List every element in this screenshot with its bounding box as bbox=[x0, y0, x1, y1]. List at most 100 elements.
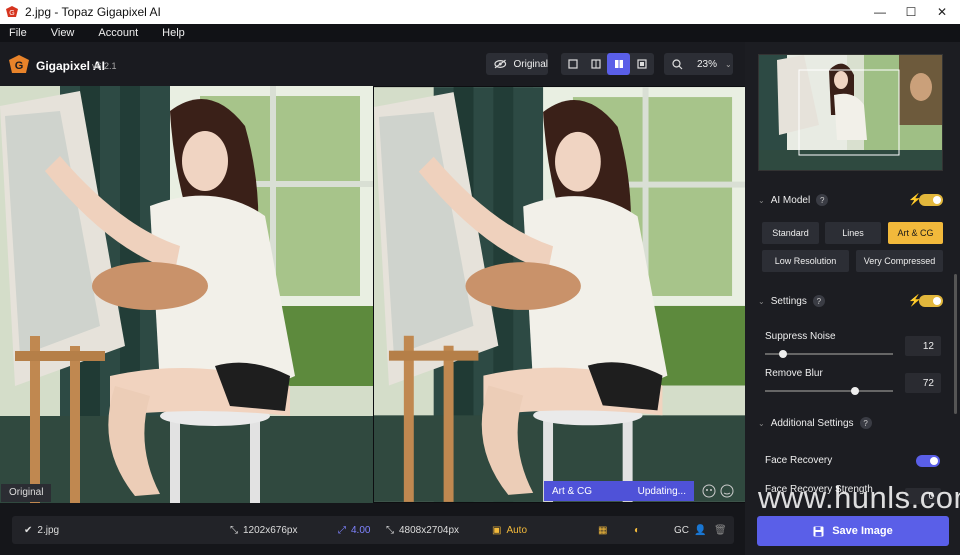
remove-blur-label: Remove Blur bbox=[765, 368, 823, 379]
gigapixel-logo: G bbox=[9, 55, 29, 73]
color-button[interactable]: ◐ bbox=[634, 525, 640, 536]
face-alt-icon[interactable] bbox=[720, 484, 734, 498]
collapse-icon: ⌄ bbox=[758, 296, 765, 306]
model-lines-button[interactable]: Lines bbox=[825, 222, 881, 244]
single-view-icon bbox=[567, 59, 578, 69]
settings-section[interactable]: ⌄ Settings ? bbox=[758, 295, 825, 307]
original-pane[interactable]: Original bbox=[0, 86, 373, 503]
model-standard-button[interactable]: Standard bbox=[762, 222, 819, 244]
zoom-control[interactable]: 23% ⌄ bbox=[664, 53, 733, 75]
side-by-side-view-button[interactable] bbox=[607, 53, 630, 75]
file-name: 2.jpg bbox=[37, 524, 60, 536]
additional-settings-section[interactable]: ⌄ Additional Settings ? bbox=[758, 417, 872, 429]
split-view-icon bbox=[590, 59, 601, 69]
slider-knob[interactable] bbox=[779, 350, 788, 358]
menu-file[interactable]: File bbox=[9, 27, 27, 39]
grid-view-icon bbox=[636, 59, 647, 69]
menu-view[interactable]: View bbox=[51, 27, 75, 39]
output-size-icon: ⤡ bbox=[386, 524, 394, 536]
close-button[interactable]: ✕ bbox=[926, 0, 958, 24]
navigator-image bbox=[759, 55, 942, 170]
gc-button[interactable]: GC 👤 bbox=[674, 525, 706, 536]
remove-blur-value[interactable]: 72 bbox=[905, 373, 941, 393]
gc-label: GC bbox=[674, 524, 689, 536]
menu-help[interactable]: Help bbox=[162, 27, 185, 39]
preview-image bbox=[374, 87, 745, 502]
original-pane-label: Original bbox=[1, 484, 52, 502]
panel-scrollbar[interactable] bbox=[954, 274, 957, 414]
minimize-button[interactable]: — bbox=[864, 0, 896, 24]
remove-blur-slider[interactable] bbox=[765, 387, 893, 395]
grid-view-button[interactable] bbox=[630, 53, 653, 75]
status-bar: ✔ 2.jpg ⤡ 1202x676px ⤢ 4.00 ⤡ 4808x2704p… bbox=[0, 506, 745, 555]
split-view-button[interactable] bbox=[584, 53, 607, 75]
side-by-side-icon bbox=[614, 60, 623, 68]
chevron-down-icon: ⌄ bbox=[725, 59, 732, 69]
collapse-icon: ⌄ bbox=[758, 418, 765, 428]
additional-settings-title: Additional Settings bbox=[770, 417, 854, 429]
suppress-noise-value[interactable]: 12 bbox=[905, 336, 941, 356]
preview-pane[interactable]: Art & CG Updating... bbox=[374, 86, 745, 503]
face-icons bbox=[702, 484, 734, 498]
maximize-button[interactable]: ☐ bbox=[895, 0, 927, 24]
show-original-button[interactable]: Original bbox=[486, 53, 548, 75]
model-low-resolution-button[interactable]: Low Resolution bbox=[762, 250, 849, 272]
ai-model-title: AI Model bbox=[770, 194, 811, 206]
watermark-text: www.hunls.com bbox=[758, 480, 960, 515]
original-image bbox=[0, 86, 373, 503]
ai-model-toggle[interactable] bbox=[919, 194, 943, 206]
top-toolbar: G Gigapixel AI v6.2.1 Original 23% ⌄ bbox=[0, 42, 745, 86]
ai-model-section[interactable]: ⌄ AI Model ? bbox=[758, 194, 829, 206]
model-art-cg-button[interactable]: Art & CG bbox=[888, 222, 943, 244]
settings-toggle[interactable] bbox=[919, 295, 943, 307]
suppress-noise-label: Suppress Noise bbox=[765, 331, 836, 342]
face-icon[interactable] bbox=[702, 484, 716, 498]
help-icon[interactable]: ? bbox=[816, 194, 829, 206]
scale-icon: ⤢ bbox=[338, 524, 346, 536]
resize-icon: ⤡ bbox=[230, 524, 238, 536]
navigator-thumbnail[interactable] bbox=[758, 54, 943, 171]
title-bar: G 2.jpg - Topaz Gigapixel AI — ☐ ✕ bbox=[0, 0, 960, 24]
close-icon: ✕ bbox=[936, 5, 948, 19]
model-very-compressed-button[interactable]: Very Compressed bbox=[856, 250, 943, 272]
view-mode-group bbox=[561, 53, 654, 75]
single-view-button[interactable] bbox=[561, 53, 584, 75]
help-icon[interactable]: ? bbox=[812, 295, 825, 307]
file-item[interactable]: ✔ 2.jpg bbox=[24, 525, 59, 536]
status-bar-inner: ✔ 2.jpg ⤡ 1202x676px ⤢ 4.00 ⤡ 4808x2704p… bbox=[12, 516, 734, 544]
user-icon: 👤 bbox=[694, 524, 707, 536]
face-recovery-toggle[interactable] bbox=[916, 455, 940, 467]
window-title: 2.jpg - Topaz Gigapixel AI bbox=[25, 5, 161, 19]
image-icon: ▣ bbox=[492, 524, 502, 536]
model-label: Art & CG bbox=[552, 485, 593, 497]
svg-text:G: G bbox=[15, 60, 24, 72]
contrast-icon: ◐ bbox=[634, 524, 641, 536]
save-image-label: Save Image bbox=[832, 525, 893, 537]
zoom-value: 23% bbox=[697, 58, 718, 70]
zoom-icon bbox=[672, 58, 683, 69]
menu-bar: File View Account Help bbox=[0, 24, 960, 42]
processing-bar: Art & CG Updating... bbox=[544, 481, 694, 501]
grain-button[interactable]: ▦ bbox=[598, 525, 607, 536]
suppress-noise-slider[interactable] bbox=[765, 350, 893, 358]
image-viewer[interactable]: Original Art & CG Updating... bbox=[0, 86, 745, 503]
menu-account[interactable]: Account bbox=[98, 27, 138, 39]
settings-title: Settings bbox=[770, 295, 807, 307]
output-size: ⤡ 4808x2704px bbox=[386, 524, 460, 536]
scale-item[interactable]: ⤢ 4.00 bbox=[338, 525, 370, 536]
trash-icon: 🗑 bbox=[714, 524, 727, 536]
source-size: ⤡ 1202x676px bbox=[230, 524, 298, 536]
save-image-button[interactable]: Save Image bbox=[757, 516, 949, 546]
collapse-icon: ⌄ bbox=[758, 195, 765, 205]
svg-text:G: G bbox=[9, 10, 14, 17]
grain-icon: ▦ bbox=[598, 524, 608, 536]
maximize-icon: ☐ bbox=[905, 5, 917, 19]
slider-knob[interactable] bbox=[851, 387, 860, 395]
help-icon[interactable]: ? bbox=[859, 417, 872, 429]
eye-off-icon bbox=[494, 59, 507, 69]
status-text: Updating... bbox=[637, 485, 686, 497]
app-version: v6.2.1 bbox=[92, 61, 117, 71]
auto-mode[interactable]: ▣ Auto bbox=[492, 525, 527, 536]
check-icon: ✔ bbox=[24, 524, 33, 536]
delete-button[interactable]: 🗑 bbox=[714, 525, 727, 536]
